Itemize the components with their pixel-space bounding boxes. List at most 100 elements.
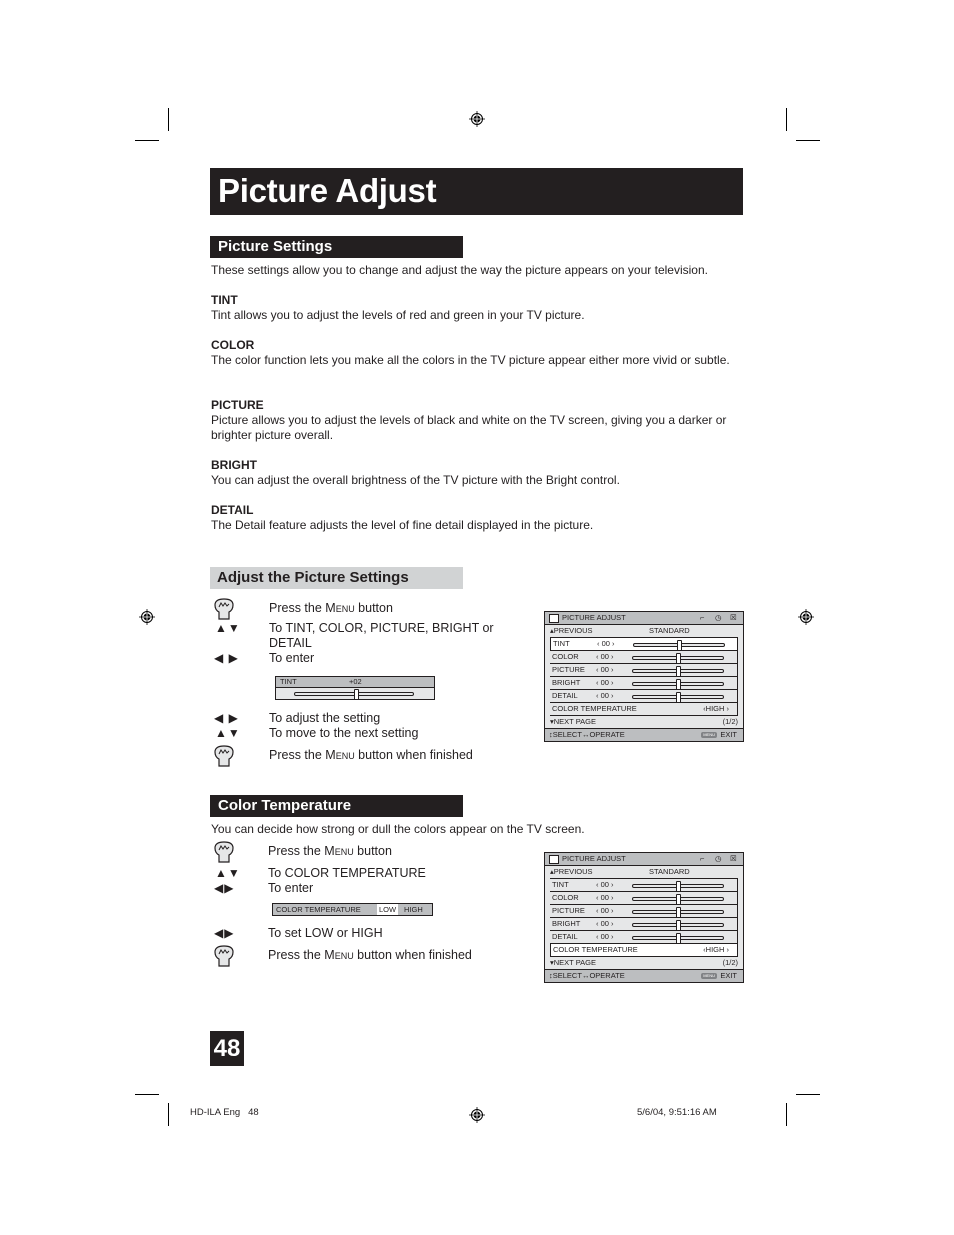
left-right-arrows-icon: ◀ ▶ [214, 711, 239, 725]
osd-row-label: BRIGHT [552, 919, 581, 928]
registration-mark-icon [469, 1107, 485, 1123]
hand-press-icon [213, 840, 235, 869]
crop-mark [168, 1103, 169, 1126]
crop-mark [135, 1094, 159, 1095]
step-enter: To enter [269, 651, 315, 665]
osd-row-label: PICTURE [552, 906, 585, 915]
desc-bright: You can adjust the overall brightness of… [211, 473, 620, 487]
osd-slider-knob[interactable] [676, 692, 681, 703]
step-press-menu-finished: Press the Menu button when finished [268, 948, 472, 962]
osd-header: PICTURE ADJUST ⌐ ◷ ☒ [545, 612, 743, 625]
osd-row-value: ‹ 00 › [596, 665, 614, 674]
osd-slider-knob[interactable] [677, 640, 682, 651]
page-number: 48 [210, 1031, 244, 1066]
osd-previous-row[interactable]: ▴PREVIOUS STANDARD [545, 866, 743, 878]
hand-press-icon [213, 944, 235, 973]
osd-row-color[interactable]: COLOR ‹ 00 › [550, 892, 738, 905]
osd-row-slider[interactable] [632, 881, 724, 892]
osd-row-value: ‹ 00 › [596, 919, 614, 928]
osd-slider-knob[interactable] [676, 920, 681, 931]
osd-slider-knob[interactable] [676, 881, 681, 892]
osd-row-slider[interactable] [632, 679, 724, 690]
osd-picture-adjust-menu: PICTURE ADJUST ⌐ ◷ ☒ ▴PREVIOUS STANDARD … [544, 611, 744, 742]
osd-mode: STANDARD [649, 867, 690, 876]
clock-icon: ◷ [715, 613, 722, 622]
osd-row-label: DETAIL [552, 932, 578, 941]
desc-tint: Tint allows you to adjust the levels of … [211, 308, 585, 322]
left-right-arrows-icon: ◀▶ [214, 926, 235, 940]
registration-mark-icon [139, 609, 155, 625]
osd-row-value: ‹ 00 › [596, 893, 614, 902]
crop-mark [796, 1094, 820, 1095]
crop-mark [786, 108, 787, 131]
footer-timestamp: 5/6/04, 9:51:16 AM [637, 1107, 717, 1118]
osd-slider-knob[interactable] [676, 679, 681, 690]
osd-next-page-row[interactable]: ▾NEXT PAGE (1/2) [545, 957, 743, 969]
osd-slider-knob[interactable] [676, 907, 681, 918]
step-enter: To enter [268, 881, 314, 895]
registration-mark-icon [798, 609, 814, 625]
osd-page-indicator: (1/2) [722, 958, 738, 967]
osd-slider-knob[interactable] [676, 653, 681, 664]
step-set-low-high: To set LOW or HIGH [268, 926, 383, 940]
osd-row-picture[interactable]: PICTURE ‹ 00 › [550, 905, 738, 918]
osd-exit[interactable]: EXIT [720, 970, 737, 982]
osd-row-color-temperature[interactable]: COLOR TEMPERATURE ‹HIGH › [550, 703, 738, 716]
step-press-menu: Press the Menu button [268, 844, 392, 858]
osd-exit[interactable]: EXIT [720, 729, 737, 741]
osd-slider-knob[interactable] [676, 933, 681, 944]
tint-slider-track[interactable] [294, 689, 414, 700]
osd-row-slider[interactable] [632, 907, 724, 918]
osd-title: PICTURE ADJUST [562, 613, 626, 622]
osd-color-temp-value: ‹HIGH › [703, 704, 729, 713]
osd-row-color-temperature[interactable]: COLOR TEMPERATURE ‹HIGH › [550, 944, 738, 957]
step-adjust: To adjust the setting [269, 711, 381, 725]
osd-select-hint: ↕SELECT↔OPERATE [549, 730, 625, 739]
osd-row-picture[interactable]: PICTURE ‹ 00 › [550, 664, 738, 677]
osd-row-bright[interactable]: BRIGHT ‹ 00 › [550, 677, 738, 690]
osd-row-label: TINT [553, 639, 570, 648]
osd-row-slider[interactable] [633, 640, 725, 651]
osd-row-slider[interactable] [632, 666, 724, 677]
osd-footer: ↕SELECT↔OPERATE MENU EXIT [545, 969, 743, 982]
footer-file-info: HD-ILA Eng 48 [190, 1107, 259, 1118]
crop-mark [796, 140, 820, 141]
hand-press-icon [213, 744, 235, 773]
osd-row-color[interactable]: COLOR ‹ 00 › [550, 651, 738, 664]
color-temp-bar: COLOR TEMPERATURE LOW HIGH [272, 903, 433, 916]
osd-row-slider[interactable] [632, 920, 724, 931]
osd-next-page: ▾NEXT PAGE [550, 958, 597, 967]
osd-row-label: PICTURE [552, 665, 585, 674]
osd-next-page-row[interactable]: ▾NEXT PAGE (1/2) [545, 716, 743, 728]
osd-row-tint[interactable]: TINT ‹ 00 › [550, 638, 738, 651]
tint-adjust-bar: TINT +02 [275, 676, 435, 700]
menu-grid-icon [549, 614, 559, 623]
section-heading-color-temperature: Color Temperature [210, 795, 463, 817]
osd-previous: ▴PREVIOUS [550, 626, 593, 635]
tint-bar-label: TINT [280, 677, 297, 686]
picture-tab-icon: ⌐ [700, 854, 705, 863]
osd-row-tint[interactable]: TINT ‹ 00 › [550, 879, 738, 892]
osd-row-detail[interactable]: DETAIL ‹ 00 › [550, 690, 738, 703]
osd-row-slider[interactable] [632, 933, 724, 944]
color-temp-option-low[interactable]: LOW [377, 904, 399, 915]
color-temp-option-high[interactable]: HIGH [404, 904, 423, 915]
color-temp-intro: You can decide how strong or dull the co… [211, 822, 585, 836]
osd-slider-knob[interactable] [676, 894, 681, 905]
menu-grid-icon [549, 855, 559, 864]
term-bright: BRIGHT [211, 458, 257, 472]
tint-slider-knob[interactable] [354, 689, 360, 700]
osd-row-bright[interactable]: BRIGHT ‹ 00 › [550, 918, 738, 931]
section-heading-adjust: Adjust the Picture Settings [210, 567, 463, 589]
osd-previous-row[interactable]: ▴PREVIOUS STANDARD [545, 625, 743, 637]
page-title: Picture Adjust [218, 172, 437, 209]
osd-row-slider[interactable] [632, 894, 724, 905]
osd-row-detail[interactable]: DETAIL ‹ 00 › [550, 931, 738, 944]
step-select-item: To TINT, COLOR, PICTURE, BRIGHT or DETAI… [269, 621, 494, 650]
osd-slider-knob[interactable] [676, 666, 681, 677]
step-to-color-temp: To COLOR TEMPERATURE [268, 866, 426, 880]
osd-select-hint: ↕SELECT↔OPERATE [549, 971, 625, 980]
osd-previous: ▴PREVIOUS [550, 867, 593, 876]
osd-row-slider[interactable] [632, 653, 724, 664]
osd-row-slider[interactable] [632, 692, 724, 703]
